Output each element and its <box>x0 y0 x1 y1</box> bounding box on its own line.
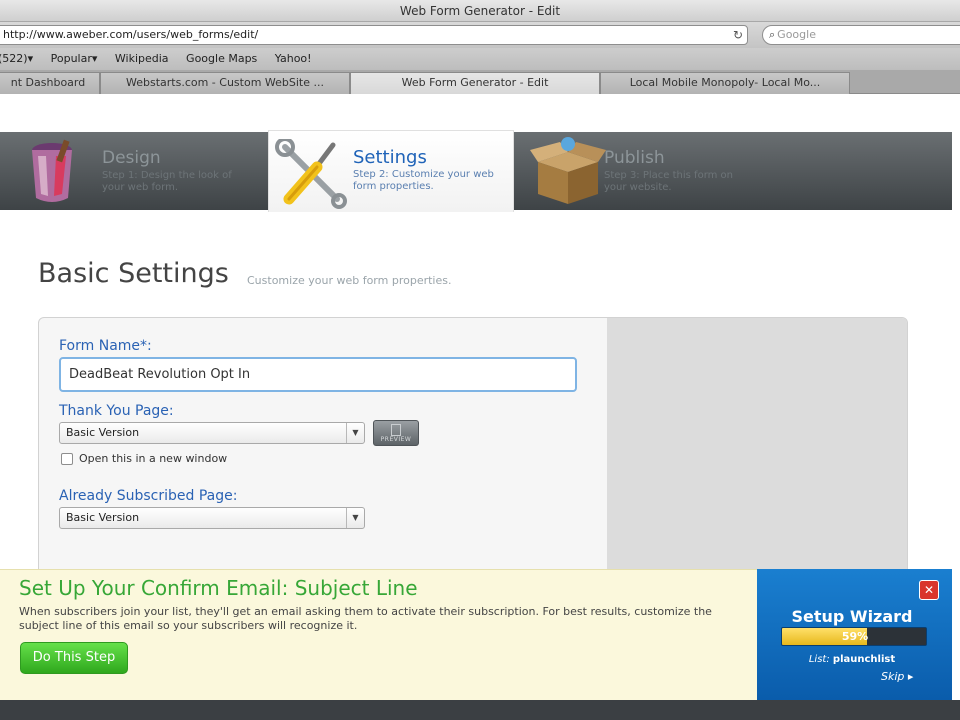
wizard-progress-label: 59% <box>841 630 869 643</box>
wizard-list: List: plaunchlist <box>757 654 947 665</box>
preview-button[interactable]: PREVIEW <box>373 420 419 446</box>
step-settings[interactable]: Settings Step 2: Customize your web form… <box>268 130 514 212</box>
step-title: Publish <box>604 148 665 168</box>
step-publish[interactable]: Publish Step 3: Place this form on your … <box>514 132 952 210</box>
setup-title: Set Up Your Confirm Email: Subject Line <box>19 576 418 600</box>
step-description: Step 2: Customize your web form properti… <box>353 169 494 192</box>
bookmark-item[interactable]: Google Maps <box>186 52 257 65</box>
step-title: Settings <box>353 147 427 168</box>
form-preview-area <box>607 318 907 576</box>
setup-prompt: Set Up Your Confirm Email: Subject Line … <box>0 569 757 700</box>
url-text: http://www.aweber.com/users/web_forms/ed… <box>3 28 259 41</box>
select-value: Basic Version <box>66 511 140 524</box>
bottom-bar <box>0 700 960 720</box>
bookmark-item[interactable]: Popular▾ <box>51 52 98 65</box>
bookmarks-bar: (522)▾ Popular▾ Wikipedia Google Maps Ya… <box>0 48 960 70</box>
browser-tab[interactable]: Webstarts.com - Custom WebSite ... <box>100 72 350 94</box>
already-subscribed-label: Already Subscribed Page: <box>59 488 238 504</box>
setup-description: When subscribers join your list, they'll… <box>19 605 712 632</box>
thank-you-page-select[interactable]: Basic Version ▼ <box>59 422 365 444</box>
do-this-step-button[interactable]: Do This Step <box>20 642 128 674</box>
new-window-checkbox[interactable] <box>61 453 73 465</box>
select-value: Basic Version <box>66 426 140 439</box>
tools-icon <box>275 139 347 209</box>
already-subscribed-select[interactable]: Basic Version ▼ <box>59 507 365 529</box>
bookmark-item[interactable]: Wikipedia <box>115 52 169 65</box>
window-title: Web Form Generator - Edit <box>0 0 960 22</box>
page-subtitle: Customize your web form properties. <box>247 274 452 287</box>
page-title: Basic Settings <box>38 258 229 289</box>
browser-tab-active[interactable]: Web Form Generator - Edit <box>350 72 600 94</box>
search-icon: ⌕ <box>769 28 776 41</box>
new-window-label: Open this in a new window <box>79 452 228 465</box>
browser-tab[interactable]: Local Mobile Monopoly- Local Mo... <box>600 72 850 94</box>
thank-you-page-label: Thank You Page: <box>59 403 174 419</box>
close-icon[interactable]: ✕ <box>919 580 939 600</box>
browser-tab[interactable]: nt Dashboard <box>0 72 100 94</box>
list-prefix: List: <box>808 654 830 665</box>
settings-panel: Form Name*: DeadBeat Revolution Opt In T… <box>38 317 908 577</box>
search-input[interactable]: ⌕ Google <box>762 25 960 45</box>
bookmark-item[interactable]: (522)▾ <box>0 52 33 65</box>
step-banner: Design Step 1: Design the look of your w… <box>0 130 952 212</box>
nav-toolbar: http://www.aweber.com/users/web_forms/ed… <box>0 22 960 48</box>
list-name: plaunchlist <box>832 654 896 665</box>
box-icon <box>530 137 606 204</box>
step-title: Design <box>102 148 161 168</box>
skip-link[interactable]: Skip ▸ <box>881 670 913 683</box>
step-design[interactable]: Design Step 1: Design the look of your w… <box>0 132 268 210</box>
address-bar[interactable]: http://www.aweber.com/users/web_forms/ed… <box>0 25 748 45</box>
chevron-down-icon: ▼ <box>346 508 364 528</box>
wizard-progress-bar: 59% <box>781 627 927 646</box>
paint-bucket-icon <box>32 139 72 202</box>
setup-wizard: ✕ Setup Wizard 59% List: plaunchlist Ski… <box>757 569 952 700</box>
form-name-label: Form Name*: <box>59 338 152 354</box>
form-name-field[interactable]: DeadBeat Revolution Opt In <box>59 357 577 392</box>
tab-bar: nt Dashboard Webstarts.com - Custom WebS… <box>0 70 960 94</box>
document-icon <box>391 424 401 436</box>
chevron-down-icon: ▼ <box>346 423 364 443</box>
step-description: Step 1: Design the look of your web form… <box>102 170 232 193</box>
wizard-title: Setup Wizard <box>791 607 913 626</box>
reload-icon[interactable]: ↻ <box>733 26 743 44</box>
preview-button-label: PREVIEW <box>380 436 412 443</box>
step-description: Step 3: Place this form on your website. <box>604 170 733 193</box>
bookmark-item[interactable]: Yahoo! <box>275 52 312 65</box>
search-placeholder: Google <box>777 28 816 41</box>
